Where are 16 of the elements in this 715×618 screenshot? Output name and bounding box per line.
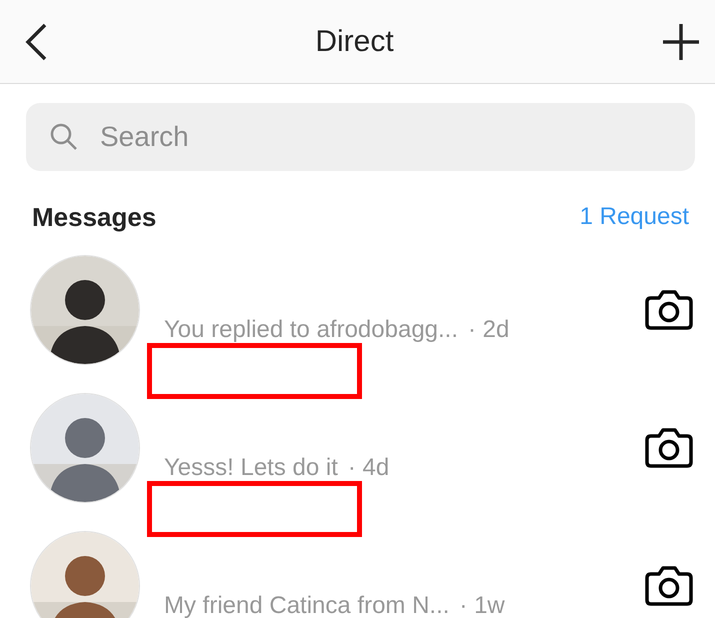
search-icon	[50, 123, 78, 151]
message-preview: Yesss! Lets do it	[164, 454, 338, 482]
message-preview: My friend Catinca from N...	[164, 592, 450, 618]
camera-icon[interactable]	[645, 427, 693, 469]
window-title: Direct	[315, 24, 394, 58]
back-icon[interactable]	[24, 22, 48, 60]
search-field[interactable]: Search	[26, 103, 695, 171]
requests-link[interactable]: 1 Request	[580, 203, 689, 231]
section-title: Messages	[32, 202, 156, 232]
message-time: · 2d	[468, 316, 510, 344]
plus-icon[interactable]	[661, 22, 701, 62]
camera-icon[interactable]	[645, 565, 693, 607]
camera-icon[interactable]	[645, 289, 693, 331]
message-preview: You replied to afrodobagg...	[164, 316, 458, 344]
message-time: · 1w	[459, 592, 505, 618]
message-time: · 4d	[348, 454, 390, 482]
